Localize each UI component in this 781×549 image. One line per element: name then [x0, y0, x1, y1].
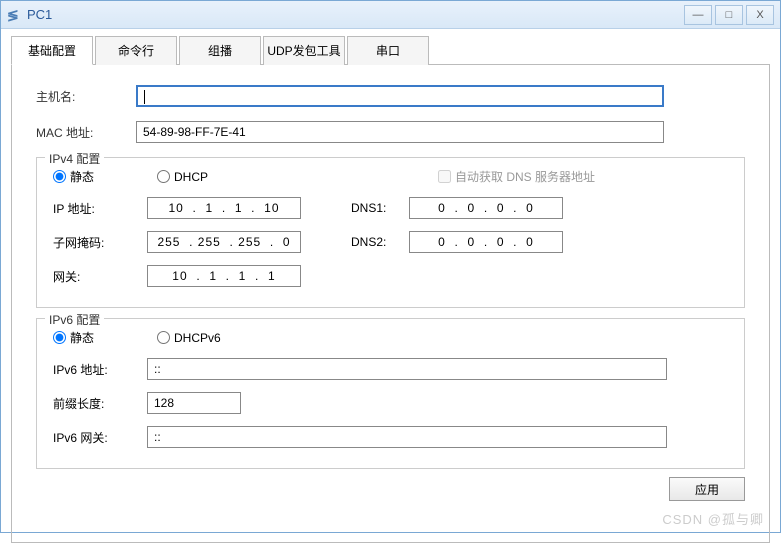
mac-row: MAC 地址:: [36, 121, 745, 143]
tab-serial[interactable]: 串口: [347, 36, 429, 65]
tab-cli[interactable]: 命令行: [95, 36, 177, 65]
tab-udp[interactable]: UDP发包工具: [263, 36, 345, 65]
ipv6-fieldset: IPv6 配置 静态 DHCPv6 IPv6 地址:: [36, 318, 745, 469]
hostname-input[interactable]: [136, 85, 664, 107]
ipv6-address-label: IPv6 地址:: [53, 361, 147, 378]
ipv6-dhcp-option[interactable]: DHCPv6: [157, 331, 221, 345]
ip-address-label: IP 地址:: [53, 200, 147, 217]
ipv6-address-row: IPv6 地址:: [53, 358, 728, 380]
ipv6-gateway-label: IPv6 网关:: [53, 429, 147, 446]
window-title: PC1: [27, 7, 52, 22]
apply-row: 应用: [36, 477, 745, 501]
ip-address-row: IP 地址: DNS1:: [53, 197, 728, 219]
ipv4-static-option[interactable]: 静态: [53, 168, 147, 185]
ip-address-input[interactable]: [147, 197, 301, 219]
tab-body: 主机名: MAC 地址: IPv4 配置 静态: [11, 65, 770, 543]
mac-label: MAC 地址:: [36, 124, 136, 141]
app-window: ≶ PC1 — □ X 基础配置 命令行 组播 UDP发包工具 串口 主机名: …: [0, 0, 781, 533]
subnet-mask-input[interactable]: [147, 231, 301, 253]
dns2-input[interactable]: [409, 231, 563, 253]
content-area: 基础配置 命令行 组播 UDP发包工具 串口 主机名: MAC 地址: IPv4…: [1, 29, 780, 549]
tab-multicast[interactable]: 组播: [179, 36, 261, 65]
dns2-label: DNS2:: [351, 235, 409, 249]
hostname-label: 主机名:: [36, 88, 136, 105]
ipv6-static-option[interactable]: 静态: [53, 329, 147, 346]
ipv4-legend: IPv4 配置: [45, 150, 104, 167]
dns1-label: DNS1:: [351, 201, 409, 215]
apply-button[interactable]: 应用: [669, 477, 745, 501]
ipv6-dhcp-label: DHCPv6: [174, 331, 221, 345]
ipv6-address-input[interactable]: [147, 358, 667, 380]
auto-dns-checkbox: [438, 170, 451, 183]
maximize-button[interactable]: □: [715, 5, 743, 25]
ipv6-gateway-row: IPv6 网关:: [53, 426, 728, 448]
ipv4-mode-row: 静态 DHCP 自动获取 DNS 服务器地址: [53, 168, 728, 185]
ipv6-legend: IPv6 配置: [45, 311, 104, 328]
auto-dns-label: 自动获取 DNS 服务器地址: [455, 168, 595, 185]
ipv4-dhcp-label: DHCP: [174, 170, 208, 184]
hostname-row: 主机名:: [36, 85, 745, 107]
subnet-mask-label: 子网掩码:: [53, 234, 147, 251]
gateway-label: 网关:: [53, 268, 147, 285]
ipv6-static-label: 静态: [70, 329, 94, 346]
ipv6-prefix-input[interactable]: [147, 392, 241, 414]
ipv6-gateway-input[interactable]: [147, 426, 667, 448]
auto-dns-option[interactable]: 自动获取 DNS 服务器地址: [438, 168, 595, 185]
dns1-input[interactable]: [409, 197, 563, 219]
ipv4-dhcp-option[interactable]: DHCP: [157, 170, 208, 184]
ipv6-mode-row: 静态 DHCPv6: [53, 329, 728, 346]
gateway-row: 网关:: [53, 265, 728, 287]
ipv4-static-label: 静态: [70, 168, 94, 185]
ipv6-prefix-row: 前缀长度:: [53, 392, 728, 414]
minimize-button[interactable]: —: [684, 5, 712, 25]
mac-input[interactable]: [136, 121, 664, 143]
subnet-mask-row: 子网掩码: DNS2:: [53, 231, 728, 253]
ipv6-prefix-label: 前缀长度:: [53, 395, 147, 412]
app-icon: ≶: [7, 7, 23, 23]
close-button[interactable]: X: [746, 5, 774, 25]
ipv4-static-radio[interactable]: [53, 170, 66, 183]
ipv4-dhcp-radio[interactable]: [157, 170, 170, 183]
tab-basic[interactable]: 基础配置: [11, 36, 93, 65]
tab-bar: 基础配置 命令行 组播 UDP发包工具 串口: [11, 35, 770, 65]
titlebar: ≶ PC1 — □ X: [1, 1, 780, 29]
ipv6-dhcp-radio[interactable]: [157, 331, 170, 344]
ipv4-fieldset: IPv4 配置 静态 DHCP 自动获取 DNS 服务器地址: [36, 157, 745, 308]
gateway-input[interactable]: [147, 265, 301, 287]
ipv6-static-radio[interactable]: [53, 331, 66, 344]
